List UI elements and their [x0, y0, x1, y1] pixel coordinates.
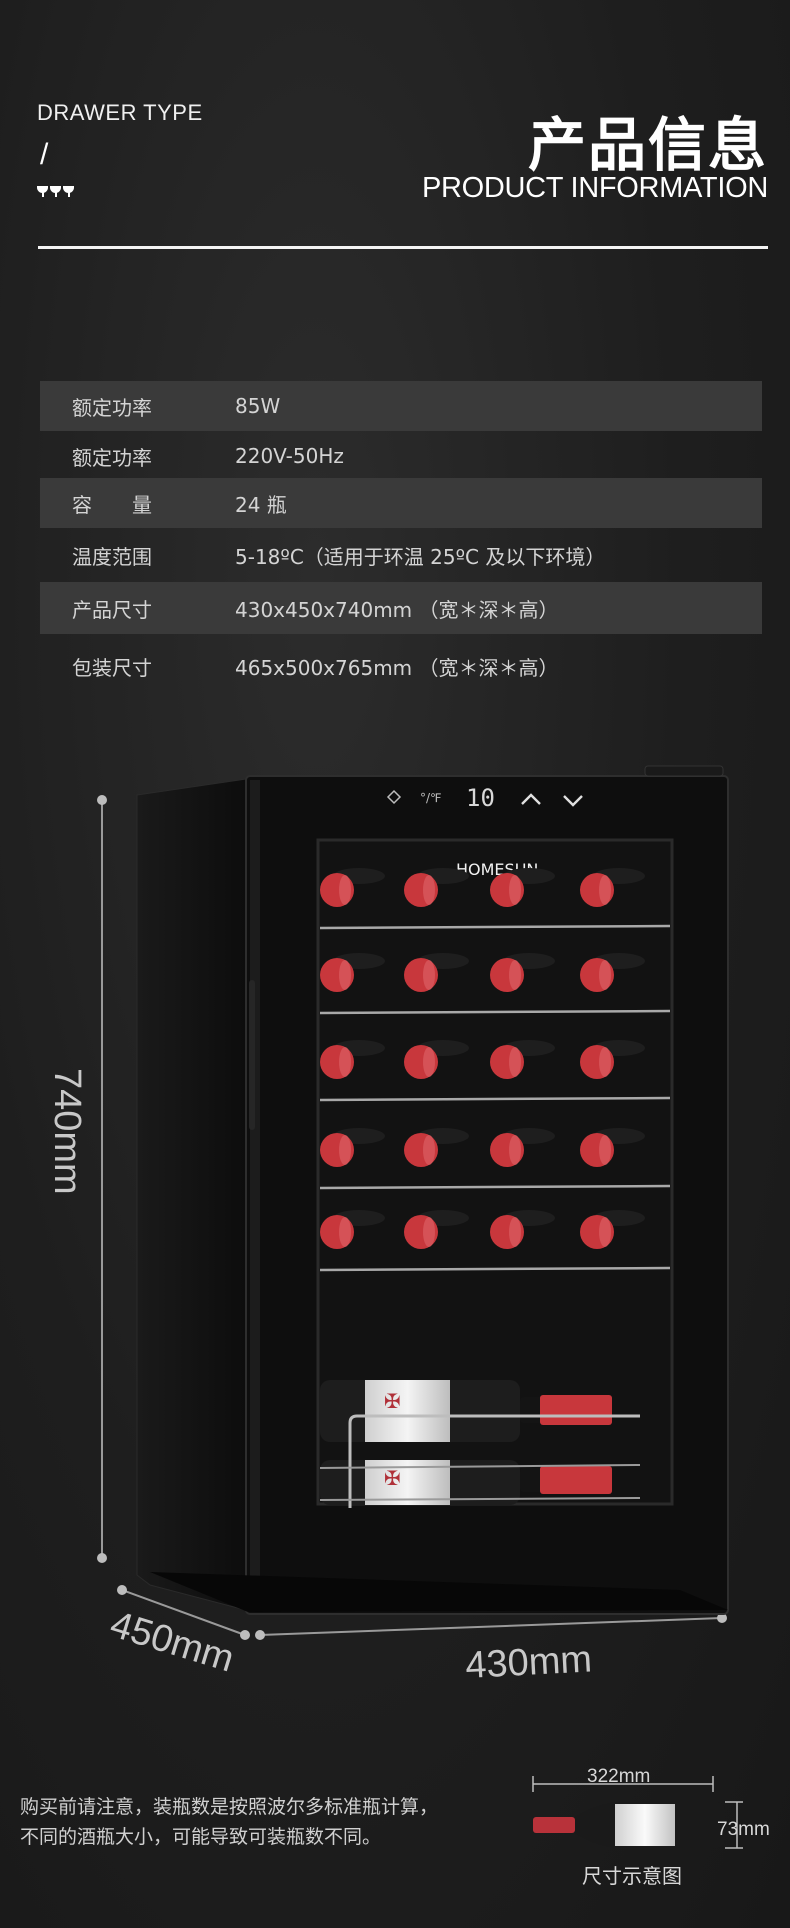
height-dimension-line — [97, 795, 107, 1563]
bottle-cap-highlight — [339, 1135, 351, 1165]
notice-line: 购买前请注意，装瓶数是按照波尔多标准瓶计算， — [20, 1796, 439, 1818]
spec-label: 额定功率 — [72, 395, 152, 420]
bottle-cap-highlight — [423, 1135, 435, 1165]
bottle-label — [615, 1804, 675, 1846]
svg-text:✠: ✠ — [384, 1389, 401, 1413]
spec-row: 容 量 24 瓶 — [40, 478, 762, 528]
spec-value: 220V-50Hz — [235, 444, 344, 468]
temp-unit-icon: °/℉ — [420, 791, 441, 805]
spec-row: 额定功率 85W — [40, 381, 762, 431]
bottle-cap-highlight — [423, 1217, 435, 1247]
spec-row: 包装尺寸 465x500x765mm （宽＊深＊高） — [40, 641, 762, 691]
bottle-cap-highlight — [339, 1047, 351, 1077]
page-title-cn: 产品信息 — [527, 111, 768, 179]
bottle-cap-highlight — [599, 1217, 611, 1247]
spec-value: 5-18ºC（适用于环温 25ºC 及以下环境） — [235, 544, 606, 569]
bottle-cap-highlight — [423, 875, 435, 905]
bottle-cap-highlight — [423, 1047, 435, 1077]
bottle-size-diagram: 322mm 73mm — [532, 1766, 770, 1849]
spec-row: 额定功率 220V-50Hz — [40, 431, 762, 481]
spec-row: 产品尺寸 430x450x740mm （宽＊深＊高） — [40, 582, 762, 634]
bottle-cap-highlight — [509, 1047, 521, 1077]
page-title-en: PRODUCT INFORMATION — [421, 172, 768, 204]
svg-text:✠: ✠ — [384, 1466, 401, 1490]
bottle-cap-highlight — [509, 960, 521, 990]
wine-fridge-illustration: °/℉ 10 HOMESUN ✠ ✠ 740mm 450mm 430mm — [46, 765, 729, 1687]
spec-value: 430x450x740mm （宽＊深＊高） — [235, 597, 559, 622]
bottle-cap-highlight — [339, 875, 351, 905]
height-label: 740mm — [46, 1068, 88, 1195]
notice-line: 不同的酒瓶大小，可能导致可装瓶数不同。 — [20, 1826, 382, 1848]
spec-value: 465x500x765mm （宽＊深＊高） — [235, 655, 559, 680]
drawer-type-label: DRAWER TYPE — [37, 100, 203, 125]
bottle-cap-highlight — [599, 1047, 611, 1077]
bottle-cap-highlight — [509, 1135, 521, 1165]
bottle-diameter-label: 73mm — [717, 1819, 770, 1840]
spec-value: 24 瓶 — [235, 492, 287, 517]
bottle-cap-highlight — [509, 875, 521, 905]
spec-label: 额定功率 — [72, 445, 152, 470]
notice-text: 购买前请注意，装瓶数是按照波尔多标准瓶计算， 不同的酒瓶大小，可能导致可装瓶数不… — [20, 1792, 438, 1852]
bottle-cap-highlight — [509, 1217, 521, 1247]
spec-label: 容 量 — [72, 492, 152, 517]
bottle-length-label: 322mm — [587, 1766, 650, 1787]
slash-divider: / — [40, 138, 49, 171]
bottle-cap-highlight — [339, 1217, 351, 1247]
spec-value: 85W — [235, 394, 281, 418]
spec-row: 温度范围 5-18ºC（适用于环温 25ºC 及以下环境） — [40, 530, 762, 580]
bottle-diagram-caption: 尺寸示意图 — [582, 1864, 682, 1888]
temperature-display: 10 — [466, 784, 495, 812]
header-divider — [38, 246, 768, 249]
bottle-neck — [533, 1817, 575, 1833]
bottle-cap-highlight — [599, 960, 611, 990]
spec-label: 包装尺寸 — [72, 655, 152, 680]
spec-label: 温度范围 — [72, 544, 152, 569]
bottle-cap-highlight — [599, 875, 611, 905]
spec-label: 产品尺寸 — [72, 597, 152, 622]
bottle-cap-highlight — [599, 1135, 611, 1165]
width-dimension-line — [255, 1613, 727, 1640]
bottle-cap-highlight — [339, 960, 351, 990]
bottle-cap-highlight — [423, 960, 435, 990]
depth-label: 450mm — [105, 1603, 238, 1680]
wine-glasses-icon — [37, 186, 74, 198]
width-label: 430mm — [464, 1638, 593, 1687]
